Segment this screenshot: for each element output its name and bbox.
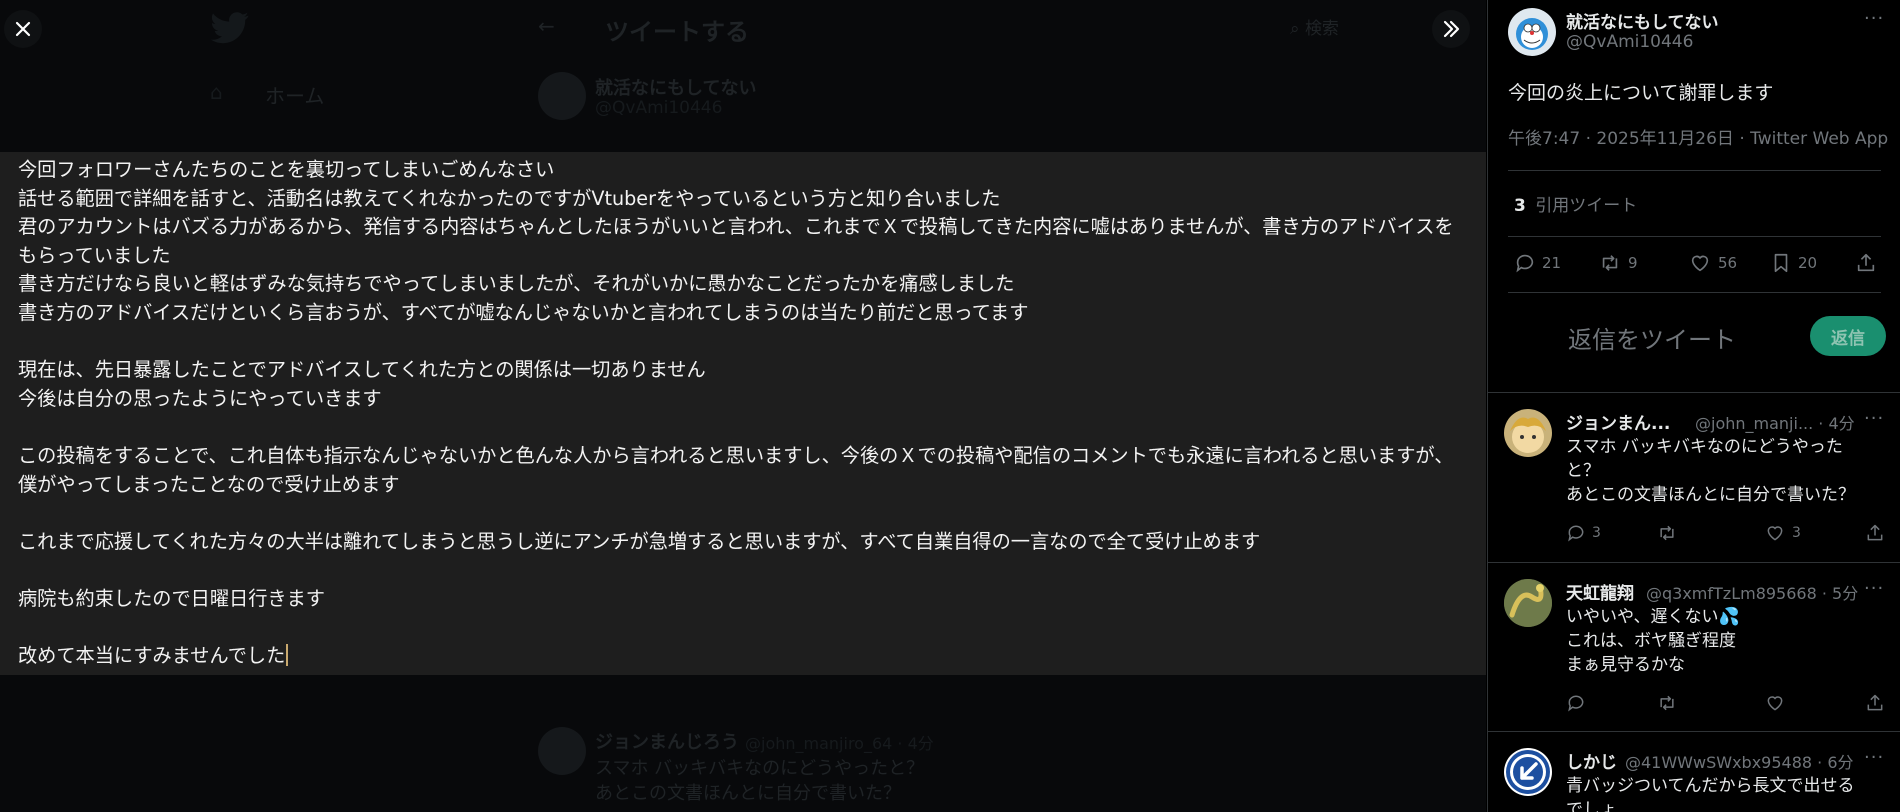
more-options-icon[interactable]: ··· [1864, 747, 1884, 768]
text-caret [286, 644, 289, 667]
ghost-search: ⌕ 検索 [1290, 14, 1339, 39]
reply-action[interactable] [1566, 693, 1586, 713]
like-action[interactable] [1764, 693, 1786, 713]
reply-submit-button[interactable]: 返信 [1810, 316, 1886, 356]
reply-count: 3 [1592, 525, 1601, 541]
close-icon [15, 21, 31, 37]
expand-panel-button[interactable] [1432, 10, 1470, 48]
quote-tweets-link[interactable]: 3 引用ツイート [1514, 191, 1637, 216]
media-viewer: ⌂ ホーム ← ツイートする ⌕ 検索 就活なにもしてない @QvAmi1044… [0, 0, 1486, 812]
avatar-image [1516, 18, 1548, 50]
more-options-icon[interactable]: ··· [1864, 408, 1884, 429]
ghost-reply-name: ジョンまんじろう [595, 732, 739, 753]
image-text-content: 今回フォロワーさんたちのことを裏切ってしまいごめんなさい 話せる範囲で詳細を話す… [18, 158, 1454, 668]
tweet-detail-panel: 就活なにもしてない @QvAmi10446 ··· 今回の炎上について謝罪します… [1487, 0, 1900, 812]
retweet-action[interactable] [1656, 693, 1678, 713]
reply-item[interactable]: 天虹龍翔 @q3xmfTzLm895668 · 5分 ··· いやいや、遅くない… [1488, 563, 1900, 731]
reply-avatar[interactable] [1504, 409, 1552, 457]
author-avatar[interactable] [1508, 8, 1556, 56]
like-count: 56 [1718, 254, 1738, 272]
chevrons-right-icon [1443, 20, 1460, 38]
ghost-search-placeholder: 検索 [1304, 19, 1339, 39]
arrow-avatar-icon [1506, 750, 1550, 794]
quote-count: 3 [1514, 196, 1526, 216]
reply-text: いやいや、遅くない💦 これは、ボヤ騒ぎ程度 まぁ見守るかな [1566, 607, 1740, 675]
ghost-header-title: ツイートする [605, 18, 749, 46]
ghost-tweet-name: 就活なにもしてない [595, 78, 757, 99]
share-icon [1867, 524, 1883, 541]
bookmark-count: 20 [1798, 254, 1818, 272]
reply-name[interactable]: ジョンまん... [1566, 409, 1670, 434]
retweet-action[interactable]: 9 [1598, 252, 1638, 274]
reply-item[interactable]: しかじ @41WWwSWxbx95488 · 6分 ··· 青バッジついてんだか… [1488, 732, 1900, 812]
composer-input[interactable]: 返信をツイート [1568, 320, 1736, 355]
retweet-count: 9 [1628, 254, 1638, 272]
reply-text: 青バッジついてんだから長文で出せる でしょ [1566, 776, 1855, 812]
close-button[interactable] [4, 10, 42, 48]
quote-label: 引用ツイート [1535, 196, 1638, 216]
heart-icon [1767, 696, 1783, 711]
ghost-avatar [538, 72, 586, 120]
ghost-back-icon: ← [538, 14, 555, 38]
tweet-meta[interactable]: 午後7:47 · 2025年11月26日 · Twitter Web App [1508, 124, 1888, 149]
retweet-action[interactable] [1656, 523, 1678, 543]
retweet-icon [1660, 525, 1674, 541]
bookmark-icon [1774, 253, 1788, 273]
author-name[interactable]: 就活なにもしてない [1566, 8, 1719, 33]
share-icon [1857, 253, 1875, 272]
heart-icon [1767, 526, 1783, 541]
ghost-reply-handle: @john_manjiro_64 · 4分 [745, 734, 934, 753]
like-count: 3 [1792, 525, 1801, 541]
divider [1508, 292, 1881, 293]
reply-count: 21 [1542, 254, 1562, 272]
ghost-search-icon: ⌕ [1290, 19, 1300, 39]
share-action[interactable] [1865, 523, 1885, 543]
like-action[interactable]: 3 [1764, 523, 1801, 543]
reply-text: スマホ バッキバキなのにどうやった と？ あとこの文書ほんとに自分で書いた？ [1566, 437, 1855, 505]
retweet-icon [1602, 255, 1618, 271]
reply-action[interactable]: 21 [1514, 252, 1561, 274]
ghost-tweet-handle: @QvAmi10446 [595, 98, 723, 118]
ghost-nav-home: ホーム [265, 84, 325, 108]
more-options-icon[interactable]: ··· [1864, 578, 1884, 599]
like-action[interactable]: 56 [1688, 252, 1737, 274]
reply-avatar[interactable] [1504, 748, 1552, 796]
more-options-icon[interactable]: ··· [1864, 8, 1884, 29]
reply-name[interactable]: しかじ [1566, 748, 1617, 773]
divider [1508, 236, 1881, 237]
reply-action[interactable]: 3 [1566, 523, 1601, 543]
share-action[interactable] [1865, 693, 1885, 713]
image-text: 今回フォロワーさんたちのことを裏切ってしまいごめんなさい 話せる範囲で詳細を話す… [18, 156, 1468, 671]
reply-avatar[interactable] [1504, 579, 1552, 627]
media-image[interactable]: 今回フォロワーさんたちのことを裏切ってしまいごめんなさい 話せる範囲で詳細を話す… [0, 152, 1486, 675]
avatar-image [1504, 579, 1552, 627]
bookmark-action[interactable]: 20 [1770, 252, 1817, 274]
reply-meta[interactable]: @john_manji... · 4分 [1695, 410, 1855, 434]
reply-meta[interactable]: @41WWwSWxbx95488 · 6分 [1625, 749, 1854, 773]
reply-icon [1568, 695, 1584, 712]
share-icon [1867, 694, 1883, 711]
share-action[interactable] [1855, 252, 1877, 274]
ghost-reply-line2: あとこの文書ほんとに自分で書いた？ [595, 783, 901, 804]
ghost-home-icon: ⌂ [210, 80, 223, 104]
author-handle[interactable]: @QvAmi10446 [1566, 32, 1693, 52]
composer-avatar [1496, 304, 1568, 372]
tweet-text: 今回の炎上について謝罪します [1508, 82, 1774, 104]
reply-icon [1568, 525, 1584, 542]
heart-icon [1691, 255, 1709, 272]
reply-icon [1516, 254, 1534, 273]
retweet-icon [1660, 695, 1674, 711]
avatar-image [1510, 417, 1546, 453]
divider [1508, 170, 1881, 171]
ghost-reply-avatar [538, 727, 586, 775]
reply-name[interactable]: 天虹龍翔 [1566, 579, 1634, 604]
ghost-reply-line1: スマホ バッキバキなのにどうやったと？ [595, 758, 925, 779]
reply-item[interactable]: ジョンまん... @john_manji... · 4分 ··· スマホ バッキ… [1488, 393, 1900, 561]
twitter-logo-icon [210, 12, 249, 44]
reply-meta[interactable]: @q3xmfTzLm895668 · 5分 [1646, 580, 1858, 604]
